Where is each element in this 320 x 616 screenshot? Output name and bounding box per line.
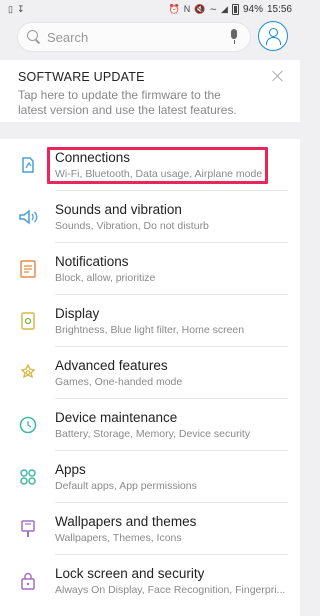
settings-item-text: Device maintenance Battery, Storage, Mem… <box>55 410 290 440</box>
settings-item-title: Connections <box>55 150 131 165</box>
wallpapers-icon <box>17 518 39 540</box>
settings-item-title: Advanced features <box>55 358 168 373</box>
status-right: ⏰ N 🔇 ∼ ◢ 94% 15:56 <box>168 3 292 15</box>
settings-item-title: Lock screen and security <box>55 566 205 581</box>
settings-item-title: Notifications <box>55 254 129 269</box>
settings-item-subtitle: Wi-Fi, Bluetooth, Data usage, Airplane m… <box>55 168 263 180</box>
settings-item-title: Device maintenance <box>55 410 178 425</box>
settings-list: Connections Wi-Fi, Bluetooth, Data usage… <box>0 139 300 616</box>
settings-item-display[interactable]: Display Brightness, Blue light filter, H… <box>0 295 300 347</box>
settings-item-subtitle: Wallpapers, Themes, Icons <box>55 532 182 544</box>
settings-item-title: Wallpapers and themes <box>55 514 197 529</box>
settings-item-subtitle: Default apps, App permissions <box>55 480 197 492</box>
account-icon[interactable] <box>258 21 288 51</box>
sim-card-icon: ▯ <box>8 4 13 14</box>
search-input[interactable]: Search <box>47 30 227 45</box>
settings-item-title: Apps <box>55 462 86 477</box>
apps-icon <box>17 466 39 488</box>
settings-item-apps[interactable]: Apps Default apps, App permissions <box>0 451 300 503</box>
settings-item-device-maintenance[interactable]: Device maintenance Battery, Storage, Mem… <box>0 399 300 451</box>
wifi-icon: ∼ <box>209 4 218 14</box>
settings-item-notifications[interactable]: Notifications Block, allow, prioritize <box>0 243 300 295</box>
notifications-icon <box>17 258 39 280</box>
alarm-icon: ⏰ <box>168 4 180 14</box>
update-text: Tap here to update the firmware to the l… <box>18 88 237 117</box>
settings-item-title: Display <box>55 306 100 321</box>
settings-item-subtitle: Always On Display, Face Recognition, Fin… <box>55 584 286 596</box>
lock-icon <box>17 570 39 592</box>
search-bar[interactable]: Search <box>17 22 251 52</box>
settings-item-subtitle: Block, allow, prioritize <box>55 272 156 284</box>
settings-item-subtitle: Brightness, Blue light filter, Home scre… <box>55 324 245 336</box>
settings-item-wallpapers[interactable]: Wallpapers and themes Wallpapers, Themes… <box>0 503 300 555</box>
status-bar: ▯ ↧ ⏰ N 🔇 ∼ ◢ 94% 15:56 <box>0 0 300 18</box>
sound-icon <box>17 206 39 228</box>
settings-item-text: Sounds and vibration Sounds, Vibration, … <box>55 202 290 232</box>
settings-item-lock-screen[interactable]: Lock screen and security Always On Displ… <box>0 555 300 607</box>
settings-item-text: Lock screen and security Always On Displ… <box>55 566 290 596</box>
software-update-card[interactable]: SOFTWARE UPDATE Tap here to update the f… <box>0 60 300 122</box>
signal-icon: ◢ <box>221 4 228 14</box>
settings-item-subtitle: Battery, Storage, Memory, Device securit… <box>55 428 251 440</box>
settings-item-text: Wallpapers and themes Wallpapers, Themes… <box>55 514 290 544</box>
connections-icon <box>17 154 39 176</box>
settings-item-text: Advanced features Games, One-handed mode <box>55 358 290 388</box>
search-icon <box>27 30 41 44</box>
close-icon[interactable] <box>272 70 284 82</box>
nfc-icon: N <box>183 4 191 14</box>
battery-percent: 94% <box>242 3 263 15</box>
settings-item-title: Sounds and vibration <box>55 202 182 217</box>
status-left: ▯ ↧ <box>8 4 25 14</box>
mute-icon: 🔇 <box>194 4 206 14</box>
settings-item-text: Connections Wi-Fi, Bluetooth, Data usage… <box>55 150 290 180</box>
settings-item-text: Apps Default apps, App permissions <box>55 462 290 492</box>
mic-icon[interactable] <box>227 28 241 46</box>
download-icon: ↧ <box>16 4 25 14</box>
update-title: SOFTWARE UPDATE <box>18 70 145 84</box>
clock: 15:56 <box>266 3 292 15</box>
settings-item-sounds[interactable]: Sounds and vibration Sounds, Vibration, … <box>0 191 300 243</box>
settings-item-subtitle: Sounds, Vibration, Do not disturb <box>55 220 209 232</box>
search-row: Search <box>0 18 300 54</box>
battery-icon <box>231 3 239 15</box>
settings-item-connections[interactable]: Connections Wi-Fi, Bluetooth, Data usage… <box>0 139 300 191</box>
device-maintenance-icon <box>17 414 39 436</box>
settings-item-text: Display Brightness, Blue light filter, H… <box>55 306 290 336</box>
settings-item-text: Notifications Block, allow, prioritize <box>55 254 290 284</box>
display-icon <box>17 310 39 332</box>
advanced-features-icon <box>17 362 39 384</box>
settings-item-subtitle: Games, One-handed mode <box>55 376 183 388</box>
settings-item-advanced-features[interactable]: Advanced features Games, One-handed mode <box>0 347 300 399</box>
